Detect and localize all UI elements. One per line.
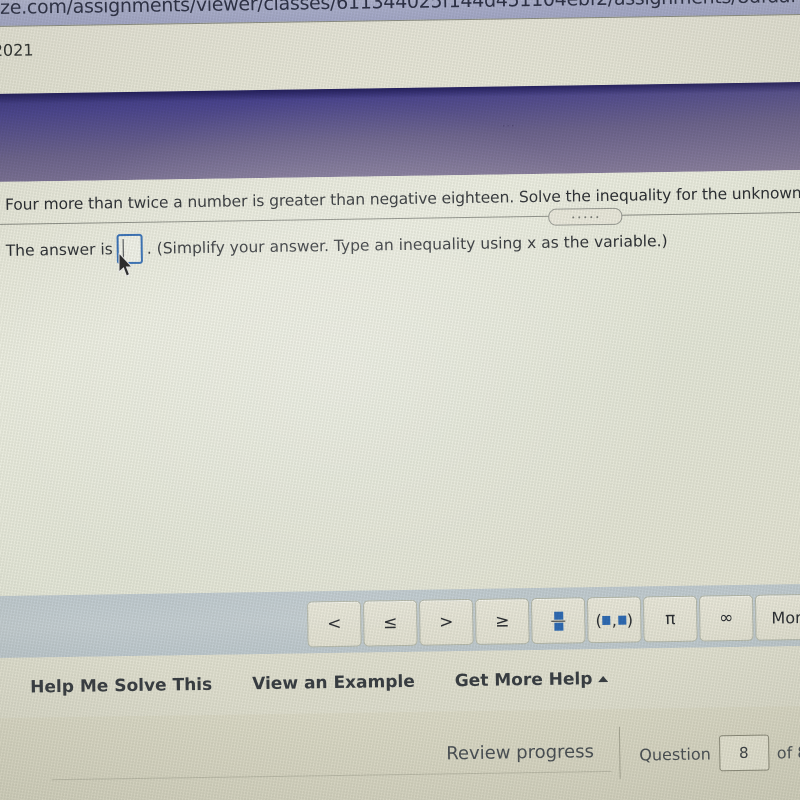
browser-screen: lize.com/assignments/viewer/classes/6113… — [0, 0, 800, 800]
review-progress-link[interactable]: Review progress — [446, 741, 594, 764]
question-navigator: Question 8 of 8 — [639, 734, 800, 772]
get-more-help-link[interactable]: Get More Help — [455, 669, 609, 691]
status-bar-separator — [618, 726, 621, 779]
handle-dot — [578, 215, 581, 218]
copyright-year: 2021 — [0, 40, 34, 61]
banner-faint-text: ... — [501, 116, 516, 130]
answer-period: . — [146, 239, 152, 258]
caret-up-icon — [598, 675, 609, 683]
handle-dot — [572, 215, 575, 218]
answer-input[interactable] — [116, 233, 143, 265]
status-bar: Review progress Question 8 of 8 — [0, 705, 800, 800]
panel-divider — [0, 211, 800, 226]
palette-button-fraction[interactable] — [530, 597, 586, 645]
fraction-icon — [551, 611, 566, 631]
palette-button-ordered-pair[interactable]: ( , ) — [586, 596, 642, 644]
palette-button-greater-than-or-equal[interactable]: ≥ — [474, 598, 530, 645]
question-text: Four more than twice a number is greater… — [4, 183, 800, 214]
divider-drag-handle[interactable] — [548, 207, 623, 226]
app-banner: ... — [0, 81, 800, 183]
pair-open-paren: ( — [595, 610, 602, 630]
answer-prefix-label: The answer is — [5, 240, 113, 260]
help-me-solve-this-link[interactable]: Help Me Solve This — [30, 675, 212, 698]
question-label: Question — [639, 743, 711, 765]
view-an-example-link[interactable]: View an Example — [252, 672, 415, 694]
handle-dot — [584, 215, 587, 218]
handle-dot — [596, 215, 599, 218]
palette-button-more[interactable]: More — [754, 593, 800, 641]
get-more-help-label: Get More Help — [454, 669, 593, 692]
pair-comma: , — [611, 610, 617, 630]
pair-close-paren: ) — [626, 610, 634, 630]
palette-button-less-than[interactable]: < — [306, 600, 362, 648]
palette-button-greater-than[interactable]: > — [418, 598, 474, 646]
help-links: Help Me Solve This View an Example Get M… — [30, 669, 609, 698]
palette-button-pi[interactable]: π — [642, 595, 698, 643]
ordered-pair-icon: ( , ) — [595, 610, 633, 630]
handle-dot — [590, 215, 593, 218]
answer-instruction: (Simplify your answer. Type an inequalit… — [156, 232, 668, 258]
status-bar-rule — [51, 770, 612, 781]
photo-of-screen: lize.com/assignments/viewer/classes/6113… — [0, 0, 800, 800]
text-caret — [122, 239, 124, 259]
math-palette-buttons: < ≤ > ≥ ( , ) π ∞ More — [306, 593, 800, 648]
answer-line: The answer is . (Simplify your answer. T… — [6, 226, 668, 266]
question-total-label: of 8 — [776, 742, 800, 762]
palette-button-infinity[interactable]: ∞ — [698, 594, 754, 642]
exercise-panel: Four more than twice a number is greater… — [0, 169, 800, 597]
palette-button-less-than-or-equal[interactable]: ≤ — [362, 599, 418, 647]
question-number-input[interactable]: 8 — [718, 734, 770, 772]
